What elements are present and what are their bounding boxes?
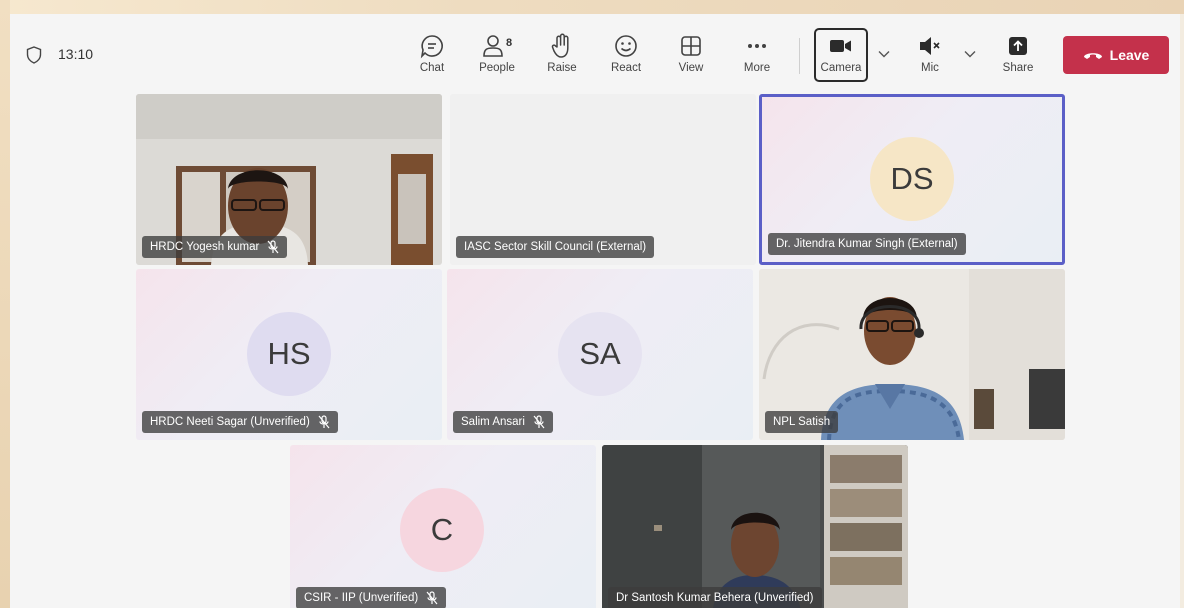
participant-name-tag: CSIR - IIP (Unverified) [296, 587, 447, 608]
toolbar-divider [799, 38, 800, 74]
react-button[interactable]: React [600, 32, 652, 82]
shield-icon [26, 46, 42, 64]
view-label: View [678, 62, 704, 74]
camera-label: Camera [820, 62, 862, 74]
meeting-toolbar: 13:10 Chat 8 People Raise React View Mor… [10, 14, 1180, 90]
smiley-icon [615, 35, 637, 57]
more-button[interactable]: More [731, 32, 783, 82]
chat-label: Chat [419, 62, 445, 74]
avatar-initials: C [430, 512, 454, 547]
participant-name: HRDC Neeti Sagar (Unverified) [150, 416, 310, 428]
share-icon [1009, 37, 1027, 55]
mic-button[interactable]: Mic [904, 32, 956, 82]
hang-up-phone-icon [1083, 53, 1102, 59]
participant-tile-santosh[interactable]: Dr Santosh Kumar Behera (Unverified) [602, 445, 908, 608]
share-button[interactable]: Share [992, 32, 1044, 82]
camera-button-content[interactable]: Camera [815, 32, 867, 82]
meeting-timer: 13:10 [58, 46, 94, 62]
participant-name: IASC Sector Skill Council (External) [464, 241, 647, 253]
avatar: C [400, 488, 484, 572]
mic-options-chevron-icon[interactable] [964, 50, 976, 58]
participant-name: Dr Santosh Kumar Behera (Unverified) [616, 592, 814, 604]
chat-icon [420, 35, 443, 59]
video-feed-santosh [602, 445, 908, 608]
participant-name-tag: Dr. Jitendra Kumar Singh (External) [768, 233, 966, 255]
participant-name-tag: IASC Sector Skill Council (External) [456, 236, 655, 258]
participant-tile-csir[interactable]: C CSIR - IIP (Unverified) [290, 445, 596, 608]
participant-name: HRDC Yogesh kumar [150, 241, 260, 253]
grid-view-icon [681, 36, 701, 56]
participant-tile-jitendra[interactable]: DS Dr. Jitendra Kumar Singh (External) [759, 94, 1065, 265]
people-label: People [479, 62, 515, 74]
people-button[interactable]: 8 People [471, 32, 523, 82]
camera-options-chevron-icon[interactable] [878, 50, 890, 58]
more-label: More [743, 62, 771, 74]
participant-name-tag: HRDC Yogesh kumar [142, 236, 288, 258]
mic-off-icon [533, 415, 545, 429]
participant-tile-yogesh[interactable]: HRDC Yogesh kumar [136, 94, 442, 265]
participant-name: Salim Ansari [461, 416, 525, 428]
react-label: React [610, 62, 642, 74]
view-button[interactable]: View [665, 32, 717, 82]
speaker-muted-icon [920, 37, 940, 55]
camera-icon [830, 40, 851, 52]
share-label: Share [1002, 62, 1034, 74]
leave-button[interactable]: Leave [1063, 36, 1169, 74]
participant-tile-satish[interactable]: NPL Satish [759, 269, 1065, 440]
meeting-window: 13:10 Chat 8 People Raise React View Mor… [10, 14, 1180, 608]
participant-name: Dr. Jitendra Kumar Singh (External) [776, 238, 958, 250]
participant-tile-neeti[interactable]: HS HRDC Neeti Sagar (Unverified) [136, 269, 442, 440]
participant-name-tag: Dr Santosh Kumar Behera (Unverified) [608, 587, 822, 608]
mic-off-icon [426, 591, 438, 605]
avatar-initials: DS [890, 161, 934, 196]
participant-name-tag: NPL Satish [765, 411, 839, 433]
people-count: 8 [505, 37, 513, 49]
avatar: HS [247, 312, 331, 396]
participant-name: CSIR - IIP (Unverified) [304, 592, 419, 604]
more-dots-icon [748, 44, 766, 48]
chat-button[interactable]: Chat [406, 32, 458, 82]
participant-name-tag: HRDC Neeti Sagar (Unverified) [142, 411, 338, 433]
participant-tile-iasc[interactable]: IASC Sector Skill Council (External) [450, 94, 756, 265]
mic-label: Mic [921, 62, 939, 74]
leave-label: Leave [1109, 47, 1150, 63]
participant-tile-salim[interactable]: SA Salim Ansari [447, 269, 753, 440]
raise-hand-button[interactable]: Raise [536, 32, 588, 82]
raise-hand-icon [551, 33, 569, 58]
raise-label: Raise [547, 62, 577, 74]
screen-frame-left [0, 0, 10, 608]
mic-off-icon [267, 240, 279, 254]
participant-name: NPL Satish [773, 416, 831, 428]
screen-frame-top [0, 0, 1184, 14]
avatar: SA [558, 312, 642, 396]
avatar-initials: SA [579, 336, 621, 371]
participant-name-tag: Salim Ansari [453, 411, 553, 433]
mic-off-icon [318, 415, 330, 429]
people-icon [483, 35, 503, 57]
avatar: DS [870, 137, 954, 221]
avatar-initials: HS [267, 336, 311, 371]
